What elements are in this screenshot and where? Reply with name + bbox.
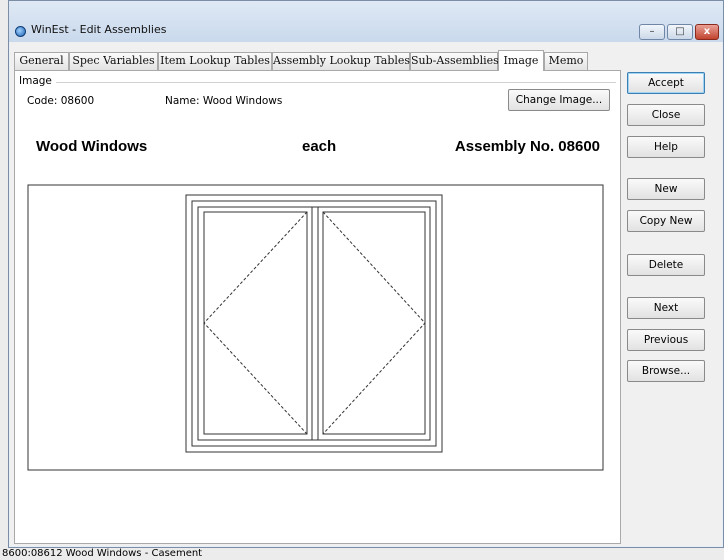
image-title-right: Assembly No. 08600 xyxy=(454,138,600,155)
image-title-center: each xyxy=(302,138,337,155)
tab-item-lookup-tables[interactable]: Item Lookup Tables xyxy=(158,52,272,70)
new-button[interactable]: New xyxy=(627,178,705,200)
assembly-image: Wood Windows each Assembly No. 08600 xyxy=(22,121,610,481)
accept-button[interactable]: Accept xyxy=(627,72,705,94)
window-drawing xyxy=(27,184,604,471)
swing-line-left xyxy=(203,211,308,435)
next-button[interactable]: Next xyxy=(627,297,705,319)
image-title-left: Wood Windows xyxy=(36,138,148,155)
dialog-body: General Spec Variables Item Lookup Table… xyxy=(10,42,722,546)
close-button[interactable]: Close xyxy=(627,104,705,126)
help-button[interactable]: Help xyxy=(627,136,705,158)
tab-assembly-lookup-tables[interactable]: Assembly Lookup Tables xyxy=(272,52,410,70)
image-group-label: Image xyxy=(19,75,56,87)
tab-general[interactable]: General xyxy=(14,52,69,70)
app-window: WinEst - Edit Assemblies – □ x General S… xyxy=(8,0,724,548)
close-window-button[interactable]: x xyxy=(695,24,719,40)
copy-new-button[interactable]: Copy New xyxy=(627,210,705,232)
previous-button[interactable]: Previous xyxy=(627,329,705,351)
window-outer-frame xyxy=(185,194,443,453)
image-tab-panel: Image Code: 08600 Name: Wood Windows Cha… xyxy=(14,70,621,544)
maximize-button[interactable]: □ xyxy=(667,24,693,40)
browse-button[interactable]: Browse... xyxy=(627,360,705,382)
swing-line-right xyxy=(322,211,426,435)
tab-sub-assemblies[interactable]: Sub-Assemblies xyxy=(410,52,499,70)
title-bar[interactable]: WinEst - Edit Assemblies – □ x xyxy=(9,1,723,42)
tab-image[interactable]: Image xyxy=(498,50,544,71)
window-title: WinEst - Edit Assemblies xyxy=(31,23,167,36)
delete-button[interactable]: Delete xyxy=(627,254,705,276)
sash-left xyxy=(203,211,308,435)
assembly-name: Name: Wood Windows xyxy=(165,95,283,107)
window-inner-frame xyxy=(197,206,431,441)
sash-right xyxy=(322,211,426,435)
minimize-button[interactable]: – xyxy=(639,24,665,40)
drawing-border xyxy=(27,184,604,471)
app-icon xyxy=(15,26,26,37)
change-image-button[interactable]: Change Image... xyxy=(508,89,610,111)
window-mid-frame xyxy=(191,200,437,447)
tab-memo[interactable]: Memo xyxy=(544,52,588,70)
tab-spec-variables[interactable]: Spec Variables xyxy=(69,52,158,70)
group-divider xyxy=(51,82,616,83)
status-bar: 8600:08612 Wood Windows - Casement xyxy=(0,548,724,560)
assembly-code: Code: 08600 xyxy=(27,95,95,107)
